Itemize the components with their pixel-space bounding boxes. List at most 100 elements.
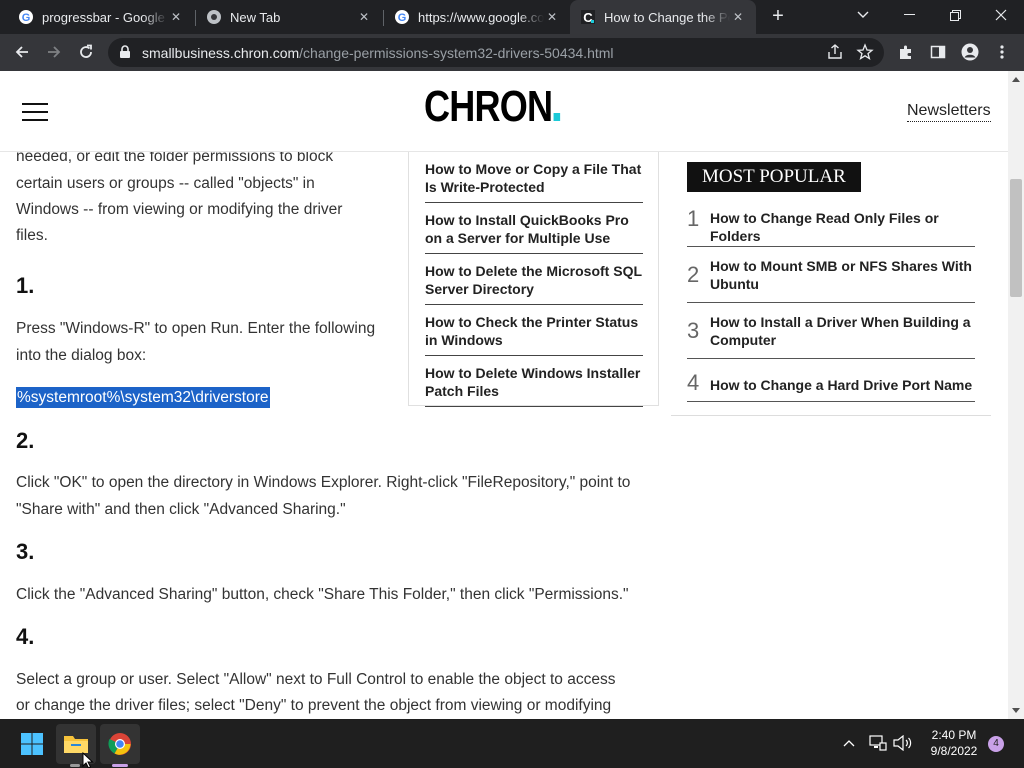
popular-rank: 2	[687, 262, 700, 287]
arrow-right-icon	[48, 46, 61, 58]
close-icon[interactable]: ✕	[544, 10, 560, 24]
start-button[interactable]	[12, 724, 52, 764]
chrome-icon	[108, 733, 131, 755]
related-item[interactable]: How to Move or Copy a File That Is Write…	[425, 152, 643, 203]
intro-line: certain users or groups -- called "objec…	[16, 175, 315, 192]
popular-item[interactable]: 2 How to Mount SMB or NFS Shares With Ub…	[687, 257, 975, 303]
tab-strip: G progressbar - Google S ✕ New Tab ✕ G h…	[0, 0, 1024, 34]
close-icon[interactable]: ✕	[168, 10, 184, 24]
chron-favicon: C	[580, 9, 596, 25]
popular-item[interactable]: 4 How to Change a Hard Drive Port Name	[687, 369, 975, 402]
popular-rank: 4	[687, 370, 700, 395]
notification-badge[interactable]: 4	[988, 736, 1004, 752]
reload-icon	[80, 44, 92, 58]
browser-toolbar: smallbusiness.chron.com/change-permissio…	[0, 34, 1024, 71]
profile-button[interactable]	[958, 40, 982, 64]
system-clock[interactable]: 2:40 PM 9/8/2022	[922, 727, 986, 759]
chron-logo[interactable]: CHRON	[424, 82, 561, 131]
step-text: Click the "Advanced Sharing" button, che…	[16, 586, 629, 603]
step-text: Click "OK" to open the directory in Wind…	[16, 474, 631, 491]
tab-progressbar[interactable]: G progressbar - Google S ✕	[8, 0, 194, 34]
minimize-button[interactable]	[886, 0, 932, 30]
most-popular: MOST POPULAR 1 How to Change Read Only F…	[671, 152, 991, 416]
tab-new-tab[interactable]: New Tab ✕	[196, 0, 382, 34]
reload-button[interactable]	[74, 40, 98, 64]
chrome-icon	[206, 9, 222, 25]
popular-rank: 1	[687, 206, 700, 231]
popular-item[interactable]: 3 How to Install a Driver When Building …	[687, 313, 975, 359]
side-panel-icon	[930, 45, 946, 59]
popular-link[interactable]: How to Change Read Only Files or Folders	[710, 209, 975, 245]
tab-chron-article[interactable]: C How to Change the Per ✕	[570, 0, 756, 34]
scroll-up-arrow[interactable]	[1012, 77, 1020, 82]
selected-text[interactable]: %systemroot%\system32\driverstore	[16, 387, 270, 408]
google-icon: G	[394, 9, 410, 25]
chrome-taskbar-button[interactable]	[100, 724, 140, 764]
step-text: Press "Windows-R" to open Run. Enter the…	[16, 320, 376, 337]
popular-item[interactable]: 1 How to Change Read Only Files or Folde…	[687, 206, 975, 247]
lock-icon[interactable]	[119, 45, 131, 64]
url-text[interactable]: smallbusiness.chron.com/change-permissio…	[142, 45, 614, 61]
related-link[interactable]: How to Delete the Microsoft SQL Server D…	[425, 263, 642, 297]
related-link[interactable]: How to Move or Copy a File That Is Write…	[425, 161, 641, 195]
page-scrollbar[interactable]	[1008, 71, 1024, 719]
hamburger-menu-icon[interactable]	[22, 103, 48, 121]
minimize-icon	[903, 14, 915, 15]
tab-title: progressbar - Google S	[42, 9, 168, 25]
chevron-down-icon	[857, 11, 869, 18]
logo-dot	[553, 113, 561, 121]
step-heading: 2.	[16, 428, 35, 453]
menu-button[interactable]	[990, 40, 1014, 64]
url-path: /change-permissions-system32-drivers-504…	[299, 45, 614, 61]
related-item[interactable]: How to Install QuickBooks Pro on a Serve…	[425, 203, 643, 254]
related-link[interactable]: How to Check the Printer Status in Windo…	[425, 314, 638, 348]
step-text: Select a group or user. Select "Allow" n…	[16, 671, 616, 688]
related-item[interactable]: How to Check the Printer Status in Windo…	[425, 305, 643, 356]
restore-button[interactable]	[932, 0, 978, 30]
windows-taskbar: 2:40 PM 9/8/2022 4	[0, 719, 1024, 768]
network-icon[interactable]	[869, 735, 887, 754]
scroll-down-arrow[interactable]	[1012, 708, 1020, 713]
volume-icon[interactable]	[893, 734, 913, 754]
address-bar[interactable]: smallbusiness.chron.com/change-permissio…	[108, 38, 884, 67]
popular-link[interactable]: How to Mount SMB or NFS Shares With Ubun…	[710, 257, 975, 293]
logo-text: CHRON	[424, 82, 553, 131]
most-popular-label: MOST POPULAR	[687, 162, 861, 192]
tab-google[interactable]: G https://www.google.co ✕	[384, 0, 570, 34]
web-page: needed, or edit the folder permissions t…	[0, 71, 1008, 719]
back-button[interactable]	[10, 40, 34, 64]
site-header: CHRON Newsletters	[0, 71, 1008, 152]
tab-search-button[interactable]	[840, 0, 886, 30]
newsletters-link[interactable]: Newsletters	[907, 102, 991, 122]
related-item[interactable]: How to Delete Windows Installer Patch Fi…	[425, 356, 643, 407]
step-text: or change the driver files; select "Deny…	[16, 697, 612, 714]
share-icon[interactable]	[826, 43, 844, 66]
scroll-thumb[interactable]	[1010, 179, 1022, 297]
related-articles: How to Move or Copy a File That Is Write…	[408, 152, 659, 407]
restore-icon	[949, 9, 961, 21]
new-tab-button[interactable]: +	[766, 5, 790, 29]
google-icon: G	[18, 9, 34, 25]
popular-rank: 3	[687, 318, 700, 343]
close-icon[interactable]: ✕	[730, 10, 746, 24]
avatar-icon	[961, 43, 979, 61]
bookmark-star-icon[interactable]	[856, 43, 874, 66]
forward-button[interactable]	[42, 40, 66, 64]
highlighted-path[interactable]: %systemroot%\system32\driverstore	[16, 385, 270, 411]
popular-link[interactable]: How to Install a Driver When Building a …	[710, 313, 975, 349]
side-panel-button[interactable]	[926, 40, 950, 64]
related-link[interactable]: How to Delete Windows Installer Patch Fi…	[425, 365, 640, 399]
close-icon[interactable]: ✕	[356, 10, 372, 24]
related-link[interactable]: How to Install QuickBooks Pro on a Serve…	[425, 212, 629, 246]
popular-link[interactable]: How to Change a Hard Drive Port Name	[710, 376, 975, 394]
url-host: smallbusiness.chron.com	[142, 45, 300, 61]
tab-title: How to Change the Per	[604, 9, 730, 25]
related-item[interactable]: How to Delete the Microsoft SQL Server D…	[425, 254, 643, 305]
close-window-button[interactable]	[978, 0, 1024, 30]
step-heading: 3.	[16, 539, 35, 564]
chevron-up-icon[interactable]	[843, 734, 855, 750]
clock-time: 2:40 PM	[931, 728, 977, 742]
kebab-menu-icon	[1000, 45, 1004, 59]
extensions-button[interactable]	[894, 40, 918, 64]
tab-title: https://www.google.co	[418, 9, 544, 25]
